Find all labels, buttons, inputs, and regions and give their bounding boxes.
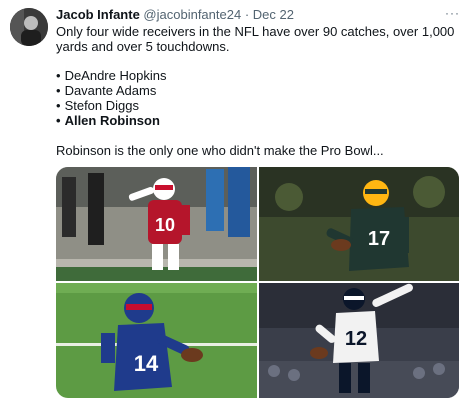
tweet-intro: Only four wide receivers in the NFL have… bbox=[56, 24, 455, 54]
more-options-icon[interactable]: ··· bbox=[445, 6, 460, 20]
list-item-text: Stefon Diggs bbox=[64, 98, 139, 113]
tweet-header: Jacob Infante @jacobinfante24 · Dec 22 bbox=[56, 7, 458, 23]
jersey-number: 12 bbox=[345, 328, 367, 350]
tweet-text: Only four wide receivers in the NFL have… bbox=[56, 24, 456, 158]
list-item: • Allen Robinson bbox=[56, 113, 456, 128]
bullet-marker: • bbox=[56, 113, 61, 128]
cardinals-photo-image: 10 bbox=[56, 167, 257, 281]
author-name[interactable]: Jacob Infante bbox=[56, 7, 140, 22]
photo-cardinals-receiver[interactable]: 10 bbox=[56, 167, 257, 281]
list-item-text: Allen Robinson bbox=[64, 113, 160, 128]
tweet-closing: Robinson is the only one who didn't make… bbox=[56, 143, 384, 158]
avatar[interactable] bbox=[10, 8, 48, 46]
list-item: • DeAndre Hopkins bbox=[56, 68, 456, 83]
receiver-list: • DeAndre Hopkins • Davante Adams • Stefon … bbox=[56, 68, 456, 128]
avatar-image bbox=[10, 8, 48, 46]
bills-photo-image: 14 bbox=[56, 283, 257, 398]
list-item-text: DeAndre Hopkins bbox=[64, 68, 167, 83]
tweet-date[interactable]: Dec 22 bbox=[253, 7, 294, 22]
jersey-number: 14 bbox=[134, 351, 159, 376]
photo-bears-receiver[interactable]: 12 bbox=[259, 283, 459, 398]
bullet-marker: • bbox=[56, 68, 61, 83]
list-item-text: Davante Adams bbox=[64, 83, 157, 98]
bullet-marker: • bbox=[56, 83, 61, 98]
jersey-number: 10 bbox=[155, 215, 175, 235]
separator-dot: · bbox=[244, 7, 250, 22]
photo-bills-receiver[interactable]: 14 bbox=[56, 283, 257, 398]
media-grid: 10 17 14 12 bbox=[56, 167, 459, 398]
list-item: • Davante Adams bbox=[56, 83, 456, 98]
bullet-marker: • bbox=[56, 98, 61, 113]
author-handle[interactable]: @jacobinfante24 bbox=[143, 7, 241, 22]
photo-packers-receiver[interactable]: 17 bbox=[259, 167, 459, 281]
bears-photo-image: 12 bbox=[259, 283, 459, 398]
packers-photo-image: 17 bbox=[259, 167, 459, 281]
jersey-number: 17 bbox=[368, 228, 390, 250]
list-item: • Stefon Diggs bbox=[56, 98, 456, 113]
